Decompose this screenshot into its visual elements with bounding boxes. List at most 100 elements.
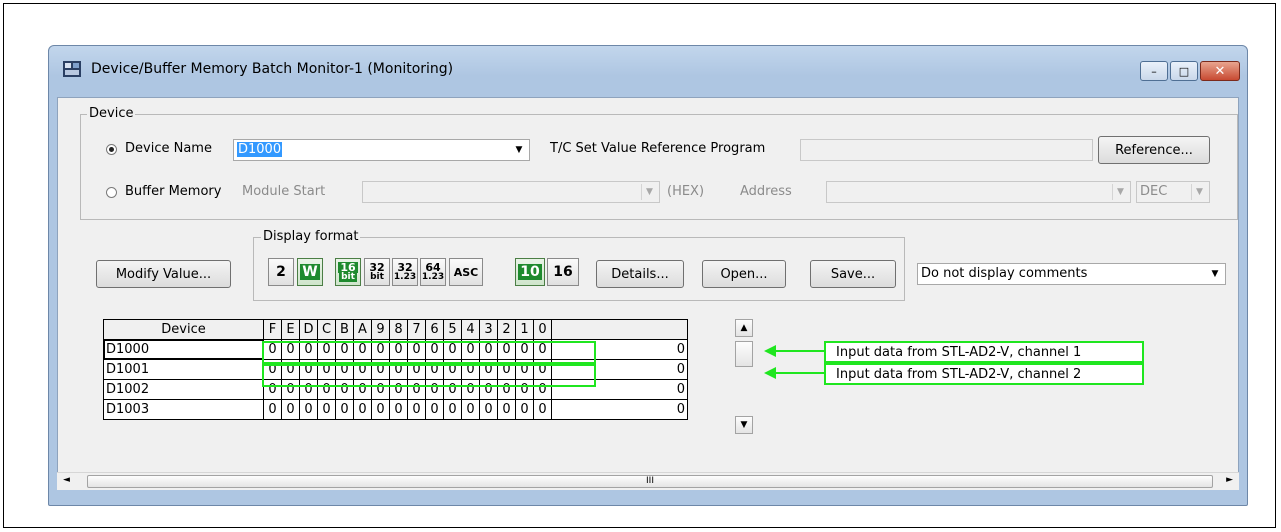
bit-cell[interactable]: 0 [353, 399, 372, 420]
buffer-memory-radio[interactable] [106, 187, 117, 198]
bit-cell[interactable]: 0 [497, 399, 516, 420]
comment-display-combo[interactable]: Do not display comments ▼ [917, 263, 1226, 285]
save-button[interactable]: Save... [810, 260, 896, 288]
arrow-line [776, 372, 824, 374]
scroll-down-icon[interactable]: ▼ [735, 416, 753, 434]
hscroll-thumb[interactable]: III [87, 475, 1213, 488]
table-vertical-scrollbar[interactable]: ▲ ▼ [735, 319, 753, 439]
bit-cell[interactable]: 0 [335, 399, 354, 420]
reference-button-label: Reference... [1115, 142, 1193, 158]
address-label: Address [740, 184, 792, 199]
open-label: Open... [720, 266, 768, 282]
scroll-right-icon[interactable]: ► [1226, 475, 1233, 485]
header-bit: A [353, 319, 372, 340]
chevron-down-icon[interactable]: ▼ [511, 142, 527, 158]
arrow-line [776, 350, 824, 352]
address-combo[interactable]: ▼ [826, 181, 1131, 203]
scroll-left-icon[interactable]: ◄ [63, 475, 70, 485]
table-row[interactable]: D1003 0 0 0 0 0 0 0 0 0 0 0 0 0 0 0 0 0 [103, 399, 688, 420]
scroll-up-icon[interactable]: ▲ [735, 319, 753, 337]
bit-cell[interactable]: 0 [479, 399, 498, 420]
value-cell[interactable]: 0 [551, 399, 688, 420]
modify-value-button[interactable]: Modify Value... [96, 260, 231, 288]
arrow-left-icon [764, 367, 776, 379]
format-16bit-sub: bit [339, 272, 357, 282]
highlight-row-d1001 [262, 364, 596, 387]
bit-cell[interactable]: 0 [317, 399, 336, 420]
chevron-down-icon[interactable]: ▼ [641, 184, 657, 200]
scroll-thumb[interactable] [735, 341, 753, 367]
device-cell[interactable]: D1001 [103, 359, 264, 380]
bit-cell[interactable]: 0 [425, 399, 444, 420]
bit-cell[interactable]: 0 [389, 399, 408, 420]
format-64float-button[interactable]: 64 1.23 [420, 258, 446, 286]
highlight-row-d1000 [262, 341, 596, 364]
horizontal-scrollbar[interactable]: ◄ III ► [57, 472, 1239, 490]
bit-cell[interactable]: 0 [443, 399, 462, 420]
close-button[interactable]: ✕ [1200, 61, 1240, 81]
bit-cell[interactable]: 0 [263, 399, 282, 420]
format-ascii-button[interactable]: ASC [449, 258, 483, 286]
header-bit: 8 [389, 319, 408, 340]
open-button[interactable]: Open... [702, 260, 786, 288]
header-bit: B [335, 319, 354, 340]
header-bit: 1 [515, 319, 534, 340]
bit-cell[interactable]: 0 [281, 399, 300, 420]
header-bit: E [281, 319, 300, 340]
bit-cell[interactable]: 0 [515, 399, 534, 420]
format-hex-button[interactable]: 16 [547, 258, 579, 286]
address-format-combo[interactable]: DEC ▼ [1136, 181, 1210, 203]
bit-cell[interactable]: 0 [407, 399, 426, 420]
format-16bit-button[interactable]: 16 bit [335, 258, 361, 286]
format-decimal-button[interactable]: 10 [515, 258, 545, 286]
table-header-row: Device F E D C B A 9 8 7 6 5 4 3 2 1 0 [103, 319, 688, 340]
address-format-value: DEC [1140, 184, 1168, 199]
device-cell[interactable]: D1003 [103, 399, 264, 420]
buffer-memory-label: Buffer Memory [125, 184, 222, 199]
maximize-button[interactable]: □ [1170, 61, 1198, 81]
format-binary-button[interactable]: 2 [268, 258, 294, 286]
chevron-down-icon[interactable]: ▼ [1112, 184, 1128, 200]
details-button[interactable]: Details... [596, 260, 684, 288]
window-title: Device/Buffer Memory Batch Monitor-1 (Mo… [91, 61, 454, 77]
header-bit: F [263, 319, 282, 340]
comment-display-value: Do not display comments [921, 266, 1088, 281]
annotation-channel-2: Input data from STL-AD2-V, channel 2 [824, 363, 1144, 385]
format-32float-sub: 1.23 [393, 272, 417, 282]
header-bit: 7 [407, 319, 426, 340]
annotation-channel-1: Input data from STL-AD2-V, channel 1 [824, 341, 1144, 363]
header-device: Device [103, 319, 264, 340]
device-cell[interactable]: D1002 [103, 379, 264, 400]
module-start-combo[interactable]: ▼ [362, 181, 660, 203]
header-bit: 0 [533, 319, 552, 340]
header-bit: 5 [443, 319, 462, 340]
header-bit: C [317, 319, 336, 340]
format-32bit-sub: bit [370, 272, 384, 282]
reference-button[interactable]: Reference... [1098, 136, 1210, 164]
save-label: Save... [830, 266, 876, 282]
minimize-button[interactable]: – [1140, 61, 1168, 81]
header-bit: 9 [371, 319, 390, 340]
title-bar[interactable]: Device/Buffer Memory Batch Monitor-1 (Mo… [49, 46, 1247, 98]
bit-cell[interactable]: 0 [371, 399, 390, 420]
device-name-radio[interactable] [106, 144, 117, 155]
format-32bit-button[interactable]: 32 bit [364, 258, 390, 286]
header-bit: 6 [425, 319, 444, 340]
format-32float-button[interactable]: 32 1.23 [392, 258, 418, 286]
chevron-down-icon[interactable]: ▼ [1207, 266, 1223, 282]
device-name-value: D1000 [237, 142, 283, 157]
hex-label: (HEX) [667, 184, 705, 199]
tc-reference-field[interactable] [800, 139, 1093, 161]
format-hex-label: 16 [553, 264, 573, 280]
header-value [551, 319, 688, 340]
chevron-down-icon[interactable]: ▼ [1191, 184, 1207, 200]
modify-value-label: Modify Value... [115, 266, 212, 282]
arrow-left-icon [764, 345, 776, 357]
device-cell[interactable]: D1000 [103, 339, 264, 360]
device-name-combo[interactable]: D1000 ▼ [233, 139, 530, 161]
bit-cell[interactable]: 0 [533, 399, 552, 420]
bit-cell[interactable]: 0 [299, 399, 318, 420]
bit-cell[interactable]: 0 [461, 399, 480, 420]
close-icon: ✕ [1214, 63, 1226, 79]
format-word-button[interactable]: W [297, 258, 323, 286]
